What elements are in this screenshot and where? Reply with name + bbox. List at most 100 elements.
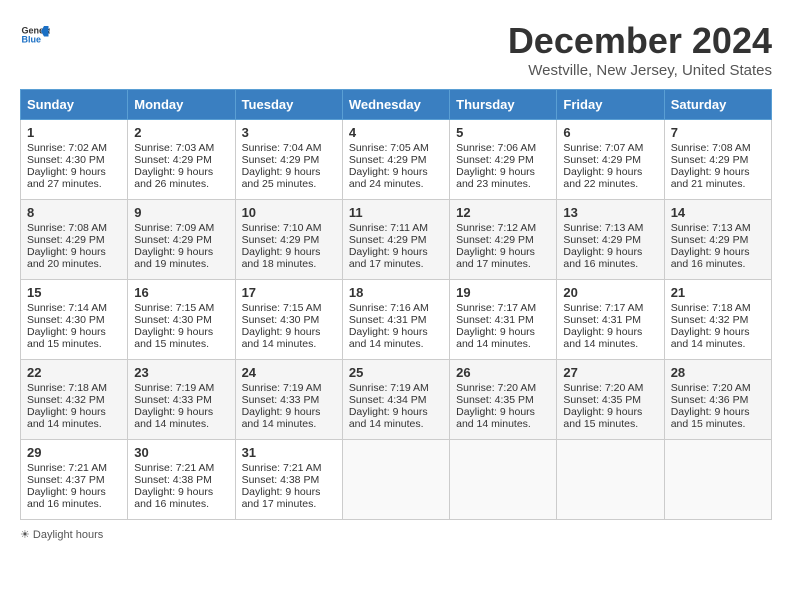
calendar-cell: 18 Sunrise: 7:16 AM Sunset: 4:31 PM Dayl… [342, 280, 449, 360]
sunset: Sunset: 4:30 PM [134, 314, 212, 326]
sunset: Sunset: 4:29 PM [349, 154, 427, 166]
day-number: 8 [27, 205, 121, 220]
sunset: Sunset: 4:38 PM [134, 474, 212, 486]
sunset: Sunset: 4:32 PM [671, 314, 749, 326]
sunrise: Sunrise: 7:13 AM [563, 222, 643, 234]
day-number: 17 [242, 285, 336, 300]
day-header: Monday [128, 90, 235, 120]
sunset: Sunset: 4:38 PM [242, 474, 320, 486]
day-header: Friday [557, 90, 664, 120]
sunrise: Sunrise: 7:20 AM [671, 382, 751, 394]
calendar-cell: 5 Sunrise: 7:06 AM Sunset: 4:29 PM Dayli… [450, 120, 557, 200]
daylight: Daylight: 9 hours and 22 minutes. [563, 166, 642, 190]
sunset: Sunset: 4:29 PM [563, 154, 641, 166]
sunset: Sunset: 4:30 PM [242, 314, 320, 326]
day-header: Tuesday [235, 90, 342, 120]
day-number: 7 [671, 125, 765, 140]
calendar-cell: 7 Sunrise: 7:08 AM Sunset: 4:29 PM Dayli… [664, 120, 771, 200]
daylight: Daylight: 9 hours and 14 minutes. [134, 406, 213, 430]
sunrise: Sunrise: 7:21 AM [27, 462, 107, 474]
daylight: Daylight: 9 hours and 16 minutes. [671, 246, 750, 270]
sunrise: Sunrise: 7:17 AM [456, 302, 536, 314]
calendar-cell: 4 Sunrise: 7:05 AM Sunset: 4:29 PM Dayli… [342, 120, 449, 200]
sunrise: Sunrise: 7:02 AM [27, 142, 107, 154]
location: Westville, New Jersey, United States [508, 62, 772, 79]
daylight: Daylight: 9 hours and 15 minutes. [671, 406, 750, 430]
daylight: Daylight: 9 hours and 24 minutes. [349, 166, 428, 190]
daylight: Daylight: 9 hours and 14 minutes. [242, 406, 321, 430]
daylight: Daylight: 9 hours and 25 minutes. [242, 166, 321, 190]
daylight: Daylight: 9 hours and 14 minutes. [671, 326, 750, 350]
day-number: 9 [134, 205, 228, 220]
sunrise: Sunrise: 7:11 AM [349, 222, 428, 234]
daylight: Daylight: 9 hours and 14 minutes. [563, 326, 642, 350]
day-number: 10 [242, 205, 336, 220]
daylight: Daylight: 9 hours and 16 minutes. [134, 486, 213, 510]
sunset: Sunset: 4:30 PM [27, 314, 105, 326]
day-number: 19 [456, 285, 550, 300]
calendar-cell: 16 Sunrise: 7:15 AM Sunset: 4:30 PM Dayl… [128, 280, 235, 360]
day-number: 28 [671, 365, 765, 380]
calendar-cell: 20 Sunrise: 7:17 AM Sunset: 4:31 PM Dayl… [557, 280, 664, 360]
sunrise: Sunrise: 7:15 AM [242, 302, 322, 314]
sunset: Sunset: 4:32 PM [27, 394, 105, 406]
calendar-cell [664, 440, 771, 520]
day-number: 25 [349, 365, 443, 380]
day-number: 6 [563, 125, 657, 140]
day-number: 30 [134, 445, 228, 460]
daylight: Daylight: 9 hours and 16 minutes. [563, 246, 642, 270]
sunset: Sunset: 4:29 PM [242, 154, 320, 166]
daylight: Daylight: 9 hours and 14 minutes. [27, 406, 106, 430]
calendar-cell: 3 Sunrise: 7:04 AM Sunset: 4:29 PM Dayli… [235, 120, 342, 200]
day-header: Wednesday [342, 90, 449, 120]
sunset: Sunset: 4:29 PM [134, 154, 212, 166]
day-number: 15 [27, 285, 121, 300]
sunrise: Sunrise: 7:13 AM [671, 222, 751, 234]
calendar-cell [450, 440, 557, 520]
day-number: 22 [27, 365, 121, 380]
sunset: Sunset: 4:29 PM [563, 234, 641, 246]
sunrise: Sunrise: 7:05 AM [349, 142, 429, 154]
sunrise: Sunrise: 7:16 AM [349, 302, 429, 314]
logo-icon: General Blue [20, 20, 50, 50]
sunrise: Sunrise: 7:19 AM [349, 382, 429, 394]
calendar-cell: 26 Sunrise: 7:20 AM Sunset: 4:35 PM Dayl… [450, 360, 557, 440]
calendar-cell: 9 Sunrise: 7:09 AM Sunset: 4:29 PM Dayli… [128, 200, 235, 280]
daylight: Daylight: 9 hours and 18 minutes. [242, 246, 321, 270]
sunset: Sunset: 4:31 PM [563, 314, 641, 326]
sunset: Sunset: 4:31 PM [456, 314, 534, 326]
calendar-cell: 13 Sunrise: 7:13 AM Sunset: 4:29 PM Dayl… [557, 200, 664, 280]
sunrise: Sunrise: 7:04 AM [242, 142, 322, 154]
sunset: Sunset: 4:29 PM [456, 154, 534, 166]
calendar-cell [557, 440, 664, 520]
calendar-cell: 22 Sunrise: 7:18 AM Sunset: 4:32 PM Dayl… [21, 360, 128, 440]
day-number: 24 [242, 365, 336, 380]
daylight: Daylight: 9 hours and 14 minutes. [349, 406, 428, 430]
day-number: 21 [671, 285, 765, 300]
calendar-cell: 25 Sunrise: 7:19 AM Sunset: 4:34 PM Dayl… [342, 360, 449, 440]
day-number: 5 [456, 125, 550, 140]
sunset: Sunset: 4:31 PM [349, 314, 427, 326]
daylight: Daylight: 9 hours and 17 minutes. [242, 486, 321, 510]
sunset: Sunset: 4:30 PM [27, 154, 105, 166]
sunrise: Sunrise: 7:20 AM [456, 382, 536, 394]
day-number: 3 [242, 125, 336, 140]
sunrise: Sunrise: 7:15 AM [134, 302, 214, 314]
day-number: 20 [563, 285, 657, 300]
sunset: Sunset: 4:34 PM [349, 394, 427, 406]
title-block: December 2024 Westville, New Jersey, Uni… [508, 20, 772, 79]
sunrise: Sunrise: 7:19 AM [242, 382, 322, 394]
calendar-cell: 23 Sunrise: 7:19 AM Sunset: 4:33 PM Dayl… [128, 360, 235, 440]
sunrise: Sunrise: 7:12 AM [456, 222, 536, 234]
calendar-cell: 12 Sunrise: 7:12 AM Sunset: 4:29 PM Dayl… [450, 200, 557, 280]
daylight: Daylight: 9 hours and 26 minutes. [134, 166, 213, 190]
logo: General Blue [20, 20, 50, 50]
calendar-cell: 27 Sunrise: 7:20 AM Sunset: 4:35 PM Dayl… [557, 360, 664, 440]
calendar-cell: 8 Sunrise: 7:08 AM Sunset: 4:29 PM Dayli… [21, 200, 128, 280]
sunset: Sunset: 4:29 PM [671, 234, 749, 246]
day-number: 1 [27, 125, 121, 140]
calendar-cell: 30 Sunrise: 7:21 AM Sunset: 4:38 PM Dayl… [128, 440, 235, 520]
sunset: Sunset: 4:36 PM [671, 394, 749, 406]
calendar-cell: 11 Sunrise: 7:11 AM Sunset: 4:29 PM Dayl… [342, 200, 449, 280]
sunset: Sunset: 4:35 PM [456, 394, 534, 406]
